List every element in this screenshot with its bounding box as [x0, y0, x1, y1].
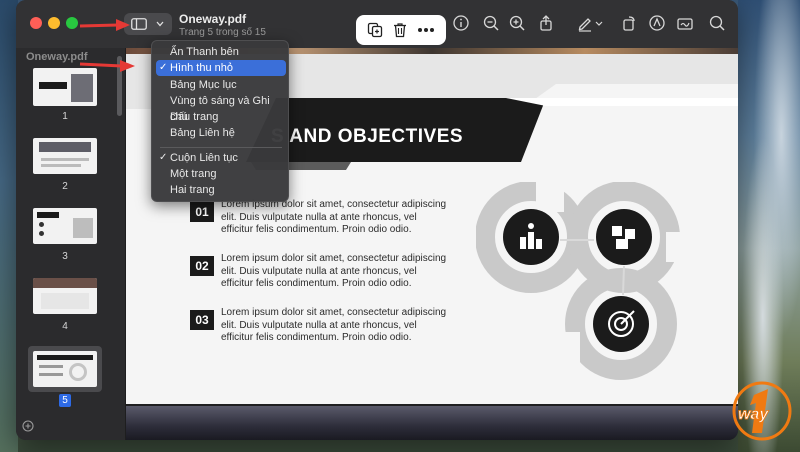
next-page-photo	[126, 406, 738, 440]
document-title: Oneway.pdf	[179, 12, 247, 26]
thumbnail-number: 1	[62, 111, 68, 122]
sidebar-icon	[131, 18, 147, 30]
trash-icon[interactable]	[392, 22, 408, 38]
thumbnail-title-block	[37, 212, 59, 218]
document-subtitle: Trang 5 trong số 15	[179, 27, 266, 38]
annotation-arrow-icon	[79, 19, 130, 31]
thumbnail-photo	[71, 74, 93, 102]
menu-item-label: Dấu trang	[170, 111, 219, 123]
menu-item-label: Hình thu nhỏ	[170, 62, 233, 74]
menu-item-single-page[interactable]: Một trang	[156, 166, 286, 182]
thumbnail-number: 3	[62, 251, 68, 262]
thumbnail-photo	[73, 218, 93, 238]
menu-item-table-of-contents[interactable]: Bảng Mục lục	[156, 77, 286, 93]
menu-item-bookmarks[interactable]: Dấu trang	[156, 109, 286, 125]
thumbnail-page-2[interactable]	[33, 138, 97, 174]
pen-icon[interactable]	[576, 14, 594, 32]
item-number: 03	[190, 310, 214, 330]
page-heading: S AND OBJECTIVES	[271, 126, 464, 147]
menu-separator	[160, 147, 282, 148]
thumbnail-photo	[33, 278, 97, 288]
thumbnail-title-block	[37, 355, 93, 360]
menu-item-thumbnails[interactable]: ✓ Hình thu nhỏ	[156, 60, 286, 76]
info-icon[interactable]	[452, 14, 470, 32]
sidebar-view-menu: Ẩn Thanh bên ✓ Hình thu nhỏ Bảng Mục lục…	[151, 40, 289, 202]
thumbnail-sidebar: Oneway.pdf 1 2 3 4 5	[16, 48, 126, 440]
checkmark-icon: ✓	[159, 62, 168, 73]
thumbnail-action-toolbar	[356, 15, 446, 45]
menu-item-two-pages[interactable]: Hai trang	[156, 182, 286, 198]
annotation-arrow-icon	[79, 60, 135, 72]
svg-text:way: way	[738, 406, 769, 423]
signature-icon[interactable]	[676, 14, 694, 32]
menu-item-contact-sheet[interactable]: Bảng Liên hệ	[156, 125, 286, 141]
brand-logo: way	[732, 381, 792, 441]
thumbnail-photo	[39, 142, 91, 152]
markup-icon[interactable]	[648, 14, 666, 32]
menu-item-label: Hai trang	[170, 184, 215, 196]
item-text: Lorem ipsum dolor sit amet, consectetur …	[221, 307, 447, 343]
thumbnail-text	[41, 158, 89, 161]
share-icon[interactable]	[537, 14, 555, 32]
chevron-down-icon[interactable]	[594, 14, 604, 32]
add-icon[interactable]	[22, 420, 34, 432]
thumbnail-bullet	[39, 222, 44, 227]
thumbnail-icons	[41, 293, 89, 309]
menu-item-label: Ẩn Thanh bên	[170, 46, 239, 58]
zoom-out-icon[interactable]	[482, 14, 500, 32]
zoom-in-icon[interactable]	[508, 14, 526, 32]
duplicate-icon[interactable]	[367, 22, 383, 38]
menu-item-continuous-scroll[interactable]: ✓ Cuộn Liên tục	[156, 150, 286, 166]
item-number: 02	[190, 256, 214, 276]
thumbnail-page-5[interactable]	[33, 351, 97, 387]
item-text: Lorem ipsum dolor sit amet, consectetur …	[221, 199, 447, 235]
chevron-down-icon	[156, 21, 164, 27]
search-icon[interactable]	[708, 14, 726, 32]
infographic	[476, 182, 686, 380]
menu-item-highlights-notes[interactable]: Vùng tô sáng và Ghi chú	[156, 93, 286, 123]
thumbnail-page-3[interactable]	[33, 208, 97, 244]
item-number: 01	[190, 202, 214, 222]
thumbnail-text	[39, 365, 63, 368]
thumbnail-title-block	[39, 82, 67, 89]
thumbnail-text	[39, 373, 63, 376]
thumbnail-page-4[interactable]	[33, 278, 97, 314]
menu-item-hide-sidebar[interactable]: Ẩn Thanh bên	[156, 44, 286, 60]
checkmark-icon: ✓	[159, 152, 168, 163]
minimize-button[interactable]	[48, 17, 60, 29]
thumbnail-number: 2	[62, 181, 68, 192]
fullscreen-button[interactable]	[66, 17, 78, 29]
thumbnail-bullet	[39, 231, 44, 236]
thumbnail-graphic	[69, 363, 87, 381]
menu-item-label: Một trang	[170, 168, 217, 180]
more-icon[interactable]	[417, 27, 435, 33]
thumbnail-number: 4	[62, 321, 68, 332]
rotate-icon[interactable]	[620, 14, 638, 32]
thumbnail-text	[41, 164, 81, 167]
item-text: Lorem ipsum dolor sit amet, consectetur …	[221, 253, 447, 289]
menu-item-label: Bảng Liên hệ	[170, 127, 235, 139]
close-button[interactable]	[30, 17, 42, 29]
menu-item-label: Bảng Mục lục	[170, 79, 237, 91]
menu-item-label: Cuộn Liên tục	[170, 152, 238, 164]
thumbnail-number-selected: 5	[59, 394, 71, 407]
